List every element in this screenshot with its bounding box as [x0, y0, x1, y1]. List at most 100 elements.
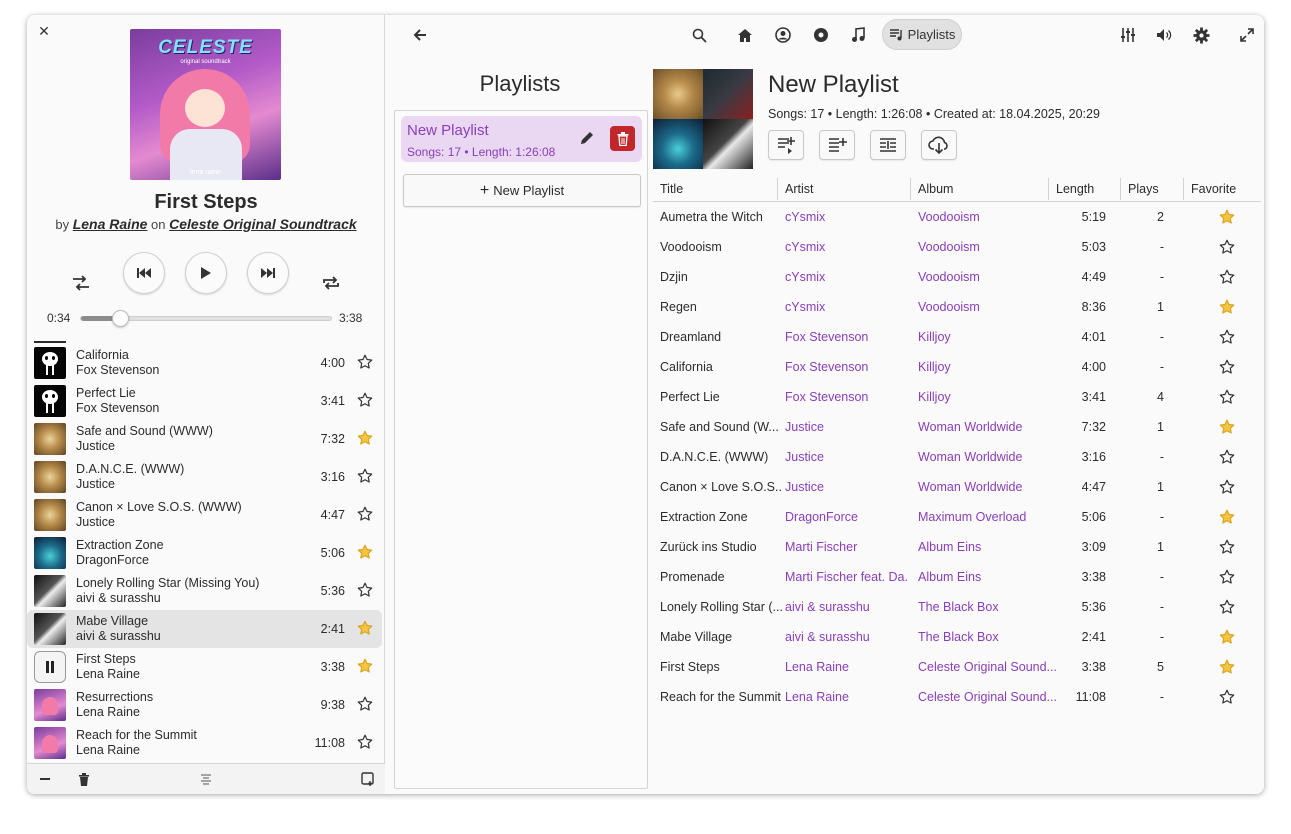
cell-album-link[interactable]: Album Eins: [918, 570, 1060, 584]
tab-playlists[interactable]: Playlists: [882, 19, 962, 50]
table-row[interactable]: Lonely Rolling Star (... aivi & surasshu T…: [653, 592, 1261, 622]
cell-artist-link[interactable]: Justice: [785, 420, 907, 434]
cell-artist-link[interactable]: cYsmix: [785, 270, 907, 284]
star-filled-icon[interactable]: [1219, 419, 1235, 438]
star-filled-icon[interactable]: [1219, 629, 1235, 648]
cell-artist-link[interactable]: Marti Fischer: [785, 540, 907, 554]
play-button[interactable]: [185, 252, 227, 294]
cell-artist-link[interactable]: Justice: [785, 480, 907, 494]
cell-album-link[interactable]: Celeste Original Sound...: [918, 660, 1060, 674]
column-album[interactable]: Album: [918, 182, 953, 196]
table-row[interactable]: Voodooism cYsmix Voodooism 5:03 -: [653, 232, 1261, 262]
column-length[interactable]: Length: [1056, 182, 1094, 196]
cell-artist-link[interactable]: Lena Raine: [785, 660, 907, 674]
shuffle-button[interactable]: [71, 273, 91, 293]
star-outline-icon[interactable]: [357, 468, 373, 489]
star-outline-icon[interactable]: [1219, 599, 1235, 618]
table-row[interactable]: Extraction Zone DragonForce Maximum Overlo…: [653, 502, 1261, 532]
cell-artist-link[interactable]: cYsmix: [785, 300, 907, 314]
remove-from-queue-button[interactable]: [37, 771, 53, 787]
cell-album-link[interactable]: The Black Box: [918, 630, 1060, 644]
cell-album-link[interactable]: Voodooism: [918, 300, 1060, 314]
playlist-item[interactable]: New Playlist Songs: 17 • Length: 1:26:08: [401, 116, 642, 162]
star-filled-icon[interactable]: [357, 658, 373, 679]
pause-icon[interactable]: [34, 651, 66, 683]
repeat-button[interactable]: [321, 273, 341, 293]
column-divider[interactable]: [1048, 178, 1049, 200]
column-favorite[interactable]: Favorite: [1191, 182, 1236, 196]
cell-artist-link[interactable]: Fox Stevenson: [785, 330, 907, 344]
add-to-queue-button[interactable]: [819, 130, 855, 160]
star-outline-icon[interactable]: [1219, 389, 1235, 408]
table-row[interactable]: First Steps Lena Raine Celeste Original So…: [653, 652, 1261, 682]
column-divider[interactable]: [910, 178, 911, 200]
cell-artist-link[interactable]: Fox Stevenson: [785, 360, 907, 374]
table-row[interactable]: Reach for the Summit Lena Raine Celeste Or…: [653, 682, 1261, 712]
play-next-button[interactable]: [768, 130, 804, 160]
previous-button[interactable]: [123, 252, 165, 294]
star-outline-icon[interactable]: [1219, 569, 1235, 588]
queue-item[interactable]: California Fox Stevenson 4:00: [27, 344, 382, 382]
songs-button[interactable]: [845, 23, 871, 47]
queue-item[interactable]: Mabe Village aivi & surasshu 2:41: [27, 610, 382, 648]
cell-artist-link[interactable]: aivi & surasshu: [785, 600, 907, 614]
cell-artist-link[interactable]: aivi & surasshu: [785, 630, 907, 644]
cell-album-link[interactable]: Woman Worldwide: [918, 420, 1060, 434]
table-row[interactable]: California Fox Stevenson Killjoy 4:00 -: [653, 352, 1261, 382]
cell-album-link[interactable]: Killjoy: [918, 390, 1060, 404]
star-filled-icon[interactable]: [1219, 509, 1235, 528]
table-row[interactable]: Canon × Love S.O.S.... Justice Woman World…: [653, 472, 1261, 502]
cell-artist-link[interactable]: Marti Fischer feat. Da...: [785, 570, 907, 584]
star-filled-icon[interactable]: [357, 620, 373, 641]
table-row[interactable]: Zurück ins Studio Marti Fischer Album Eins…: [653, 532, 1261, 562]
queue-item[interactable]: Extraction Zone DragonForce 5:06: [27, 534, 382, 572]
queue-item[interactable]: Lonely Rolling Star (Missing You) aivi & …: [27, 572, 382, 610]
star-outline-icon[interactable]: [1219, 479, 1235, 498]
queue-item[interactable]: Reach for the Summit Lena Raine 11:08: [27, 724, 382, 762]
star-outline-icon[interactable]: [357, 582, 373, 603]
star-outline-icon[interactable]: [1219, 539, 1235, 558]
star-outline-icon[interactable]: [357, 506, 373, 527]
star-outline-icon[interactable]: [357, 354, 373, 375]
table-row[interactable]: Dreamland Fox Stevenson Killjoy 4:01 -: [653, 322, 1261, 352]
table-row[interactable]: Dzjin cYsmix Voodooism 4:49 -: [653, 262, 1261, 292]
cell-album-link[interactable]: Celeste Original Sound...: [918, 690, 1060, 704]
table-row[interactable]: Promenade Marti Fischer feat. Da... Album …: [653, 562, 1261, 592]
new-playlist-button[interactable]: + New Playlist: [403, 174, 641, 207]
shuffle-queue-button[interactable]: [870, 130, 906, 160]
back-button[interactable]: [407, 23, 433, 47]
cell-artist-link[interactable]: cYsmix: [785, 240, 907, 254]
cell-artist-link[interactable]: cYsmix: [785, 210, 907, 224]
queue-item[interactable]: D.A.N.C.E. (WWW) Justice 3:16: [27, 458, 382, 496]
cell-artist-link[interactable]: Justice: [785, 450, 907, 464]
queue-item[interactable]: First Steps Lena Raine 3:38: [27, 648, 382, 686]
albums-button[interactable]: [808, 23, 834, 47]
column-title[interactable]: Title: [660, 182, 683, 196]
column-divider[interactable]: [1183, 178, 1184, 200]
now-playing-artist-link[interactable]: Lena Raine: [73, 216, 148, 232]
download-button[interactable]: [921, 130, 957, 160]
star-outline-icon[interactable]: [1219, 449, 1235, 468]
column-artist[interactable]: Artist: [785, 182, 813, 196]
artists-button[interactable]: [770, 23, 796, 47]
star-outline-icon[interactable]: [1219, 689, 1235, 708]
close-icon[interactable]: ✕: [36, 23, 52, 39]
table-row[interactable]: Regen cYsmix Voodooism 8:36 1: [653, 292, 1261, 322]
star-outline-icon[interactable]: [1219, 239, 1235, 258]
seek-bar[interactable]: [80, 310, 332, 327]
column-divider[interactable]: [1120, 178, 1121, 200]
clear-queue-button[interactable]: [76, 771, 92, 787]
table-row[interactable]: Aumetra the Witch cYsmix Voodooism 5:19 2: [653, 202, 1261, 232]
star-outline-icon[interactable]: [1219, 269, 1235, 288]
cell-album-link[interactable]: Voodooism: [918, 270, 1060, 284]
home-button[interactable]: [732, 23, 758, 47]
cell-album-link[interactable]: Woman Worldwide: [918, 480, 1060, 494]
table-row[interactable]: Mabe Village aivi & surasshu The Black Box…: [653, 622, 1261, 652]
cell-album-link[interactable]: Maximum Overload: [918, 510, 1060, 524]
star-outline-icon[interactable]: [357, 734, 373, 755]
column-divider[interactable]: [777, 178, 778, 200]
cell-album-link[interactable]: Album Eins: [918, 540, 1060, 554]
cell-album-link[interactable]: Killjoy: [918, 330, 1060, 344]
search-button[interactable]: [686, 23, 712, 47]
star-filled-icon[interactable]: [357, 544, 373, 565]
